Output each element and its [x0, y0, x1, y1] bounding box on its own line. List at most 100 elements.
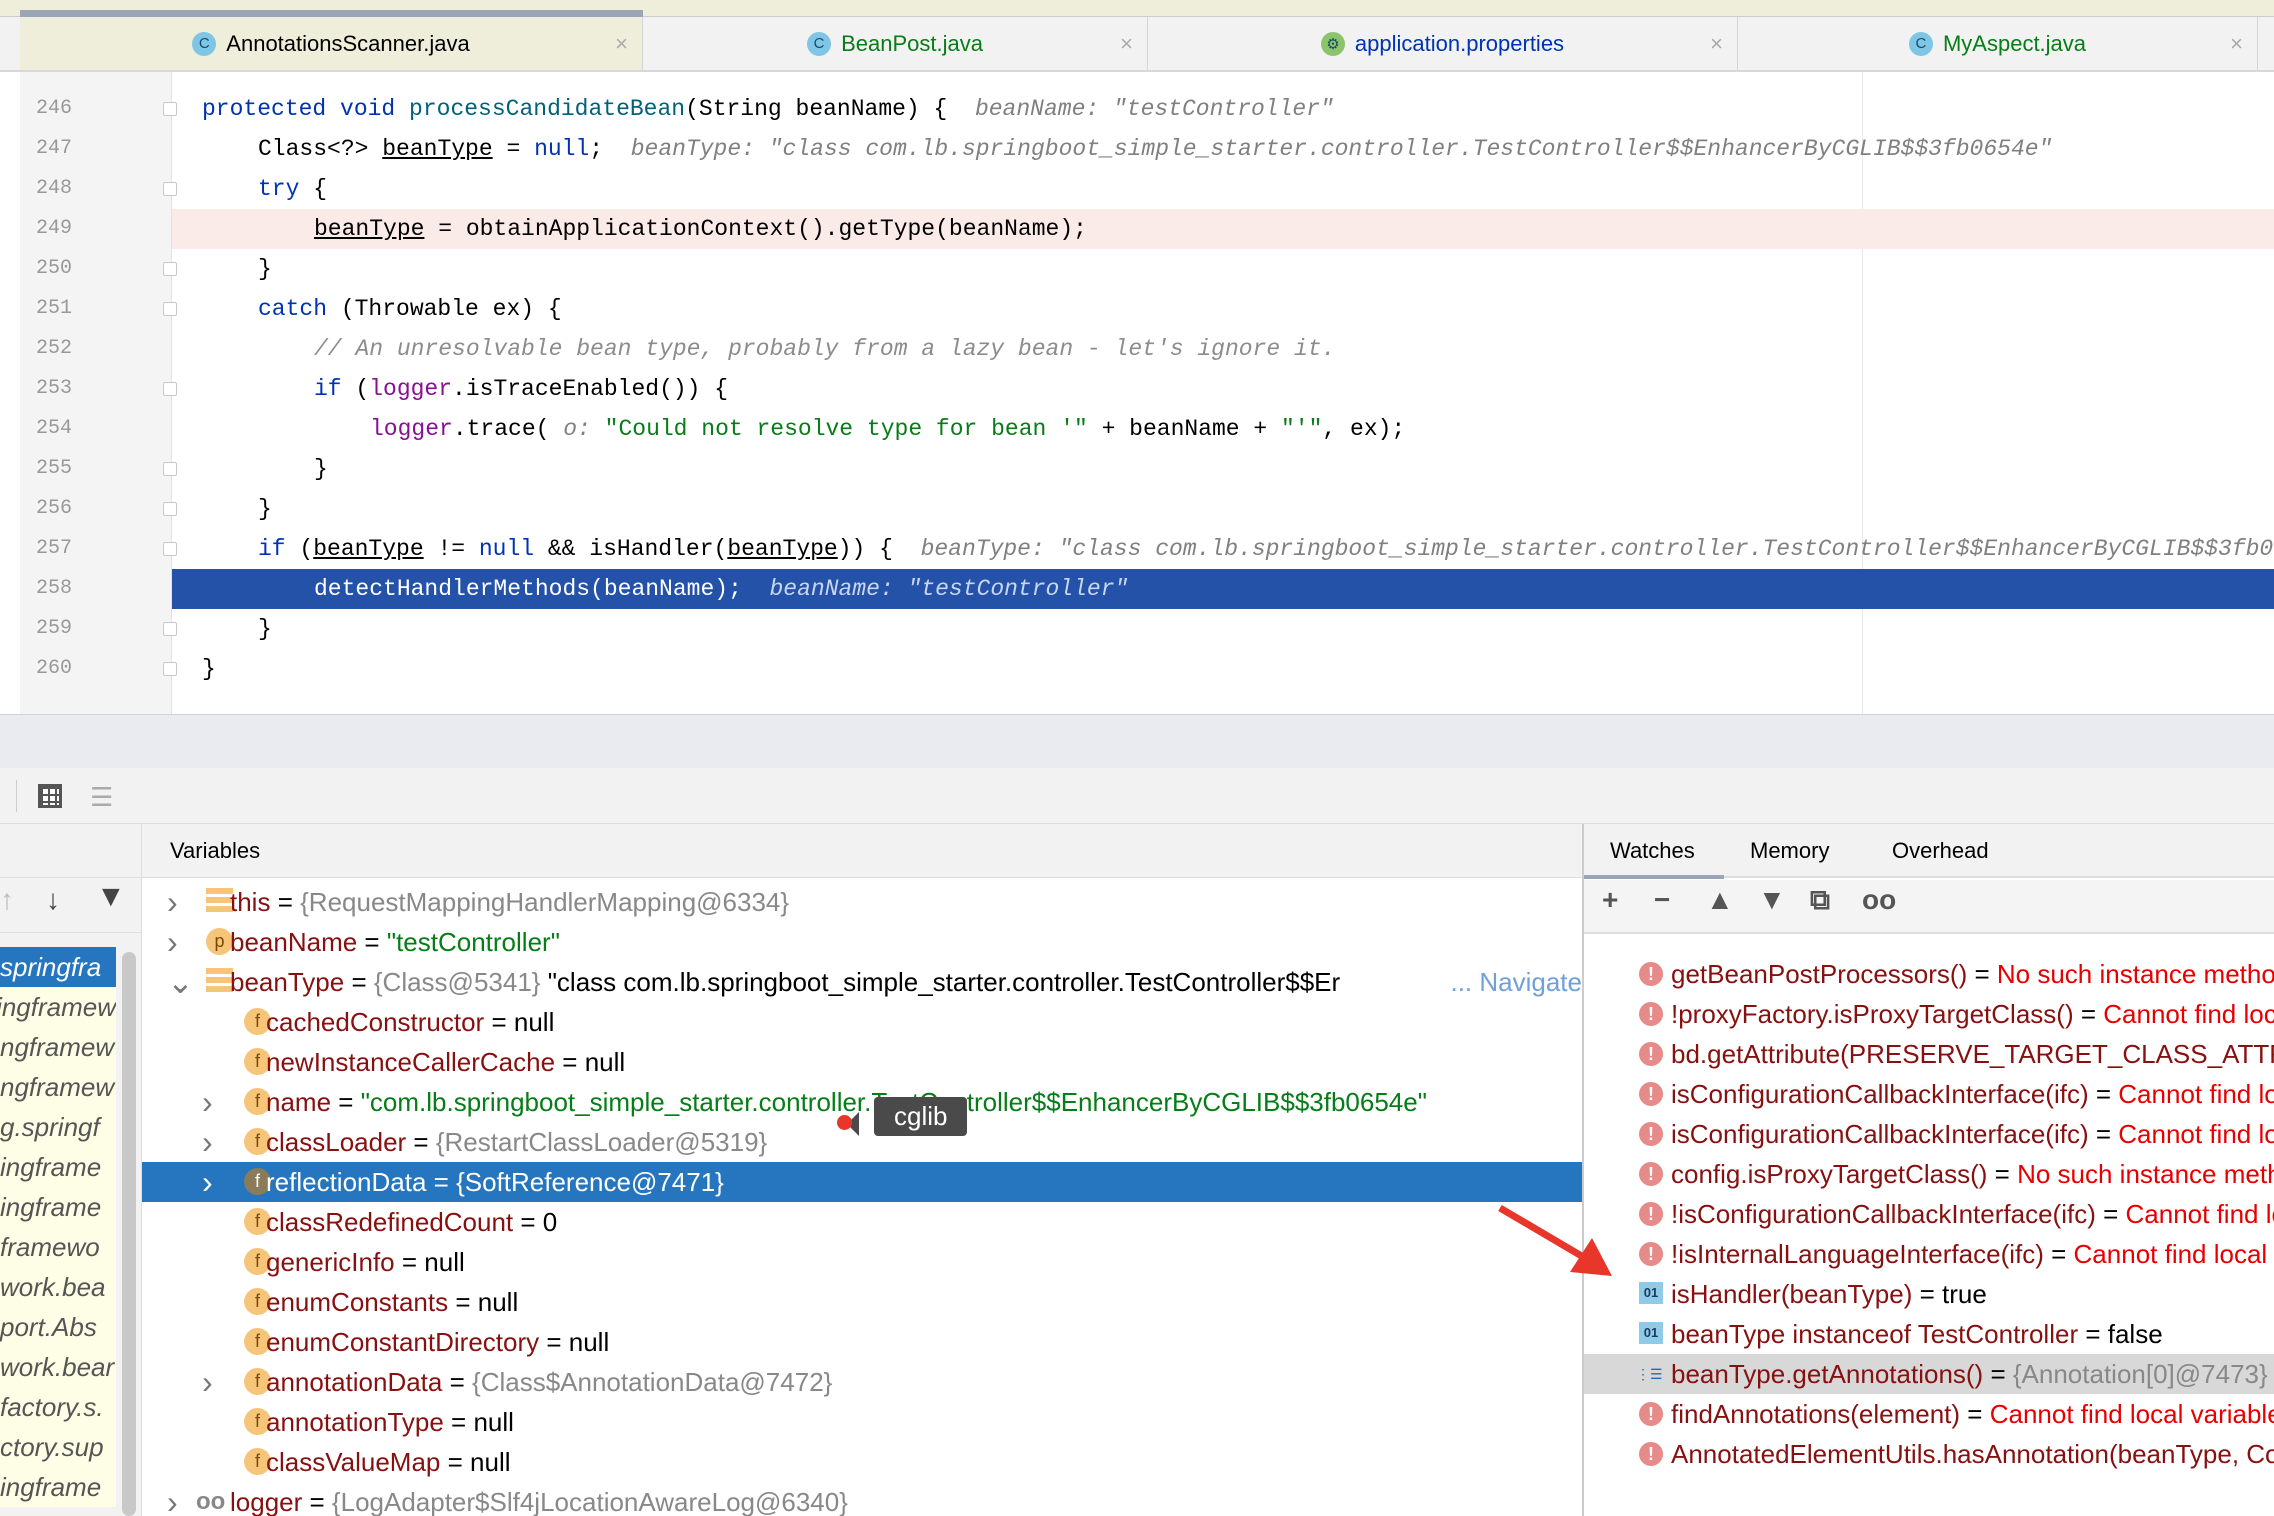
evaluate-expression-icon[interactable] — [38, 784, 62, 808]
fold-marker[interactable] — [163, 102, 177, 116]
frame-item[interactable]: ctory.sup — [0, 1427, 116, 1467]
tab-2[interactable]: ⚙ application.properties × — [1148, 17, 1738, 70]
watch-row[interactable]: ! isConfigurationCallbackInterface(ifc) =… — [1584, 1114, 2274, 1154]
code-line[interactable]: } — [172, 449, 2274, 489]
close-tab-icon[interactable]: × — [1120, 31, 1133, 57]
chevron-right-icon[interactable]: › — [167, 922, 178, 962]
fold-marker[interactable] — [163, 262, 177, 276]
move-up-icon[interactable]: ▲ — [1706, 884, 1734, 916]
frame-item[interactable]: ngframew — [0, 1067, 116, 1107]
glasses-icon[interactable]: oo — [1862, 884, 1896, 916]
frame-item[interactable]: g.springf — [0, 1107, 116, 1147]
code-line[interactable]: logger.trace( o: "Could not resolve type… — [172, 409, 2274, 449]
variable-row[interactable]: f classValueMap = null — [142, 1442, 1582, 1482]
code-line[interactable]: try { — [172, 169, 2274, 209]
chevron-right-icon[interactable]: › — [167, 882, 178, 922]
code-line[interactable]: if (beanType != null && isHandler(beanTy… — [172, 529, 2274, 569]
code-line[interactable]: } — [172, 649, 2274, 689]
watch-row[interactable]: ! getBeanPostProcessors() = No such insta… — [1584, 954, 2274, 994]
arrow-up-icon[interactable]: ↑ — [0, 884, 14, 916]
code-line[interactable]: } — [172, 489, 2274, 529]
fold-marker[interactable] — [163, 622, 177, 636]
remove-watch-icon[interactable]: − — [1654, 884, 1670, 916]
chevron-right-icon[interactable]: › — [202, 1362, 213, 1402]
frame-item[interactable]: ingframew — [0, 987, 116, 1027]
fold-marker[interactable] — [163, 302, 177, 316]
variable-row[interactable]: f newInstanceCallerCache = null — [142, 1042, 1582, 1082]
tab-overhead[interactable]: Overhead — [1892, 824, 1989, 878]
watch-row[interactable]: 01 isHandler(beanType) = true — [1584, 1274, 2274, 1314]
code-editor[interactable]: 246 247 248 249 250 251 252 253 254 255 256 257 258 2… — [20, 72, 2274, 714]
frame-item[interactable]: .factory.s — [0, 1387, 116, 1427]
chevron-right-icon[interactable]: › — [202, 1162, 213, 1202]
frame-item[interactable]: ngframew — [0, 1027, 116, 1067]
tab-0[interactable]: C AnnotationsScanner.java × — [20, 17, 643, 70]
watch-row[interactable]: ! !proxyFactory.isProxyTargetClass() = Ca… — [1584, 994, 2274, 1034]
code-line[interactable]: catch (Throwable ex) { — [172, 289, 2274, 329]
duplicate-icon[interactable]: ⧉ — [1810, 884, 1830, 917]
arrow-down-icon[interactable]: ↓ — [46, 884, 60, 916]
watch-row[interactable]: ! bd.getAttribute(PRESERVE_TARGET_CLASS_A… — [1584, 1034, 2274, 1074]
frame-item[interactable]: ingframe — [0, 1187, 116, 1227]
tab-1[interactable]: C BeanPost.java × — [643, 17, 1148, 70]
watch-row[interactable]: ! !isConfigurationCallbackInterface(ifc) … — [1584, 1194, 2274, 1234]
code-line[interactable]: // An unresolvable bean type, probably f… — [172, 329, 2274, 369]
chevron-right-icon[interactable]: › — [202, 1082, 213, 1122]
frame-item[interactable]: ingframe — [0, 1147, 116, 1187]
close-tab-icon[interactable]: × — [2230, 31, 2243, 57]
variable-row[interactable]: f classRedefinedCount = 0 — [142, 1202, 1582, 1242]
close-tab-icon[interactable]: × — [1710, 31, 1723, 57]
panel-divider[interactable] — [0, 714, 2274, 768]
code-line[interactable]: } — [172, 249, 2274, 289]
variable-row[interactable]: › oo logger = {LogAdapter$Slf4jLocationAwa… — [142, 1482, 1582, 1516]
tab-3[interactable]: C MyAspect.java × — [1738, 17, 2258, 70]
variable-row[interactable]: ⌄ beanType = {Class@5341} "class com.lb.s… — [142, 962, 1582, 1002]
variable-row[interactable]: f genericInfo = null — [142, 1242, 1582, 1282]
code-line[interactable]: protected void processCandidateBean(Stri… — [172, 89, 2274, 129]
variable-row[interactable]: › f classLoader = {RestartClassLoader@5319… — [142, 1122, 1582, 1162]
frame-item[interactable]: work.bear — [0, 1347, 116, 1387]
fold-marker[interactable] — [163, 662, 177, 676]
code-line[interactable]: if (logger.isTraceEnabled()) { — [172, 369, 2274, 409]
frame-item[interactable]: ingframe — [0, 1467, 116, 1507]
variable-row[interactable]: › this = {RequestMappingHandlerMapping@63… — [142, 882, 1582, 922]
variable-row[interactable]: › f reflectionData = {SoftReference@7471} — [142, 1162, 1582, 1202]
variable-row[interactable]: › p beanName = "testController" — [142, 922, 1582, 962]
variable-row[interactable]: › f annotationData = {Class$AnnotationData… — [142, 1362, 1582, 1402]
move-down-icon[interactable]: ▼ — [1758, 884, 1786, 916]
watch-row[interactable]: ⋮☰ beanType.getAnnotations() = {Annotatio… — [1584, 1354, 2274, 1394]
watch-row[interactable]: ! isConfigurationCallbackInterface(ifc) =… — [1584, 1074, 2274, 1114]
watch-row[interactable]: ! findAnnotations(element) = Cannot find … — [1584, 1394, 2274, 1434]
watch-row[interactable]: ! !isInternalLanguageInterface(ifc) = Can… — [1584, 1234, 2274, 1274]
chevron-right-icon[interactable]: › — [202, 1122, 213, 1162]
fold-marker[interactable] — [163, 382, 177, 396]
tab-memory[interactable]: Memory — [1750, 824, 1829, 878]
frame-item[interactable]: port.Abs — [0, 1307, 116, 1347]
navigate-link[interactable]: ... Navigate — [1450, 962, 1582, 1002]
fold-marker[interactable] — [163, 502, 177, 516]
current-execution-line[interactable]: detectHandlerMethods(beanName); beanName… — [172, 569, 2274, 609]
variable-row[interactable]: f annotationType = null — [142, 1402, 1582, 1442]
fold-marker[interactable] — [163, 182, 177, 196]
close-tab-icon[interactable]: × — [615, 31, 628, 57]
fold-marker[interactable] — [163, 462, 177, 476]
add-watch-icon[interactable]: + — [1602, 884, 1618, 916]
fold-marker[interactable] — [163, 542, 177, 556]
chevron-down-icon[interactable]: ⌄ — [167, 962, 194, 1002]
variable-row[interactable]: f cachedConstructor = null — [142, 1002, 1582, 1042]
variable-row[interactable]: f enumConstants = null — [142, 1282, 1582, 1322]
code-line[interactable]: beanType = obtainApplicationContext().ge… — [172, 209, 2274, 249]
restore-layout-icon[interactable]: ☰ — [90, 782, 113, 813]
tab-watches[interactable]: Watches — [1610, 824, 1695, 878]
frame-item[interactable]: framewo — [0, 1227, 116, 1267]
frame-item[interactable]: work.bea — [0, 1267, 116, 1307]
chevron-right-icon[interactable]: › — [167, 1482, 178, 1516]
filter-icon[interactable]: ▼ — [96, 880, 126, 914]
variable-row[interactable]: f enumConstantDirectory = null — [142, 1322, 1582, 1362]
code-line[interactable]: } — [172, 609, 2274, 649]
watch-row[interactable]: 01 beanType instanceof TestController = f… — [1584, 1314, 2274, 1354]
frames-scrollbar[interactable] — [122, 952, 136, 1516]
watch-row[interactable]: ! AnnotatedElementUtils.hasAnnotation(bea… — [1584, 1434, 2274, 1474]
frame-item[interactable]: springfra — [0, 947, 116, 987]
code-line[interactable]: Class<?> beanType = null; beanType: "cla… — [172, 129, 2274, 169]
